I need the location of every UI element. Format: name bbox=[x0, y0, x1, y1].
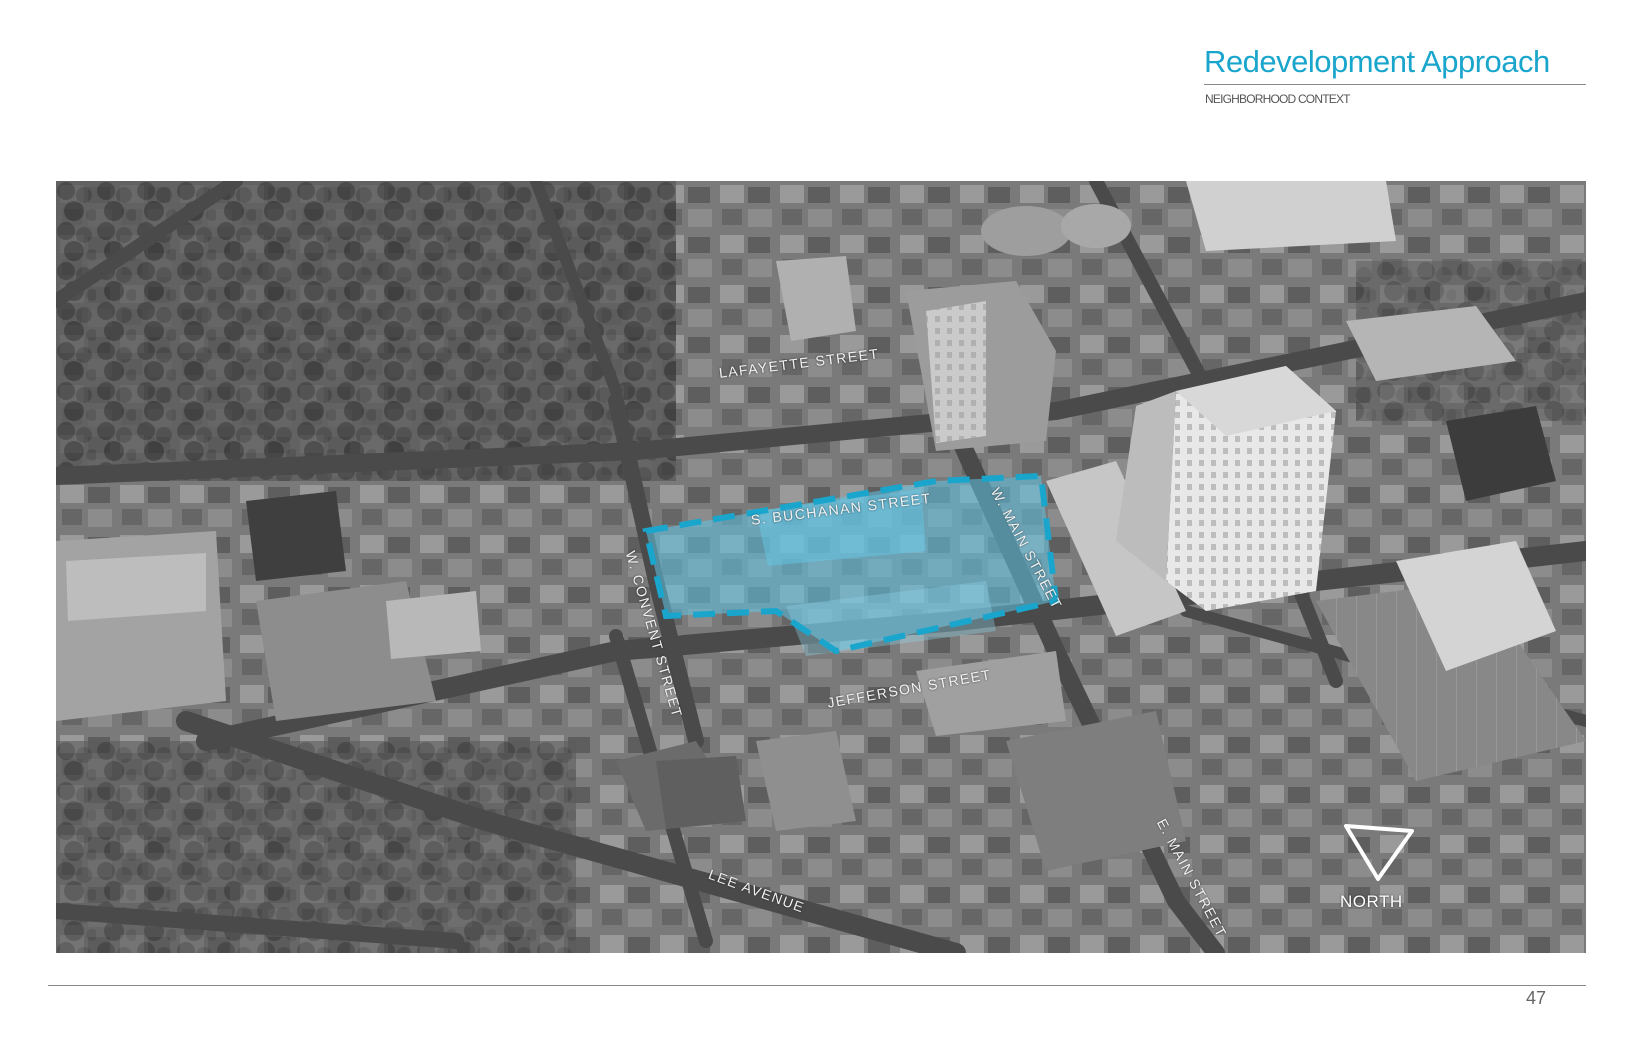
aerial-photo-rendering bbox=[56, 181, 1586, 953]
aerial-map: LAFAYETTE STREET S. BUCHANAN STREET W. M… bbox=[56, 181, 1586, 953]
north-label: NORTH bbox=[1340, 892, 1403, 911]
page-subtitle: NEIGHBORHOOD CONTEXT bbox=[1205, 92, 1350, 106]
title-divider bbox=[1204, 84, 1586, 85]
page-number: 47 bbox=[1526, 988, 1547, 1008]
page-title: Redevelopment Approach bbox=[1204, 44, 1550, 79]
footer-divider bbox=[48, 985, 1586, 986]
